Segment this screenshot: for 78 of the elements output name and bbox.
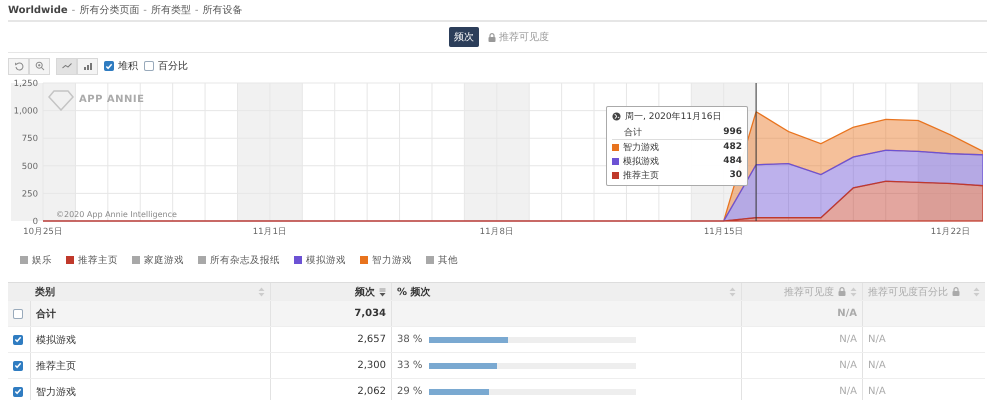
bar-chart-button[interactable] (77, 58, 98, 74)
y-axis-label: 1,250 (14, 79, 38, 89)
column-header[interactable]: 频次 (355, 284, 375, 298)
count-cell: 2,657 (357, 334, 386, 345)
tooltip-label: 推荐主页 (623, 170, 660, 182)
visibility-cell: N/A (839, 360, 857, 371)
legend-label[interactable]: 家庭游戏 (144, 254, 184, 266)
y-axis-label: 750 (22, 134, 38, 144)
lock-icon (488, 32, 496, 42)
visibility-cell: N/A (837, 308, 857, 319)
legend-label[interactable]: 智力游戏 (372, 254, 412, 266)
checkbox[interactable] (144, 61, 154, 71)
breadcrumb-item[interactable]: 所有设备 (202, 3, 242, 17)
breadcrumb-item[interactable]: 所有类型 (150, 3, 191, 17)
tooltip-value: 482 (723, 142, 742, 152)
checkbox[interactable] (13, 360, 23, 370)
metric-tab[interactable]: 频次 (449, 27, 479, 47)
percent-cell: 33 % (397, 360, 423, 371)
lock-icon (952, 287, 960, 296)
category-cell-text: 推荐主页 (36, 360, 76, 372)
tooltip-label: 合计 (624, 126, 643, 138)
y-axis-label: 1,000 (14, 106, 38, 117)
tooltip-label: 模拟游戏 (623, 156, 660, 168)
tooltip-value: 484 (723, 156, 742, 166)
x-axis-label: 11月15日 (704, 227, 744, 237)
category-cell-text: 合计 (36, 308, 56, 320)
zoom-button[interactable] (29, 58, 50, 74)
tooltip-label: 智力游戏 (623, 142, 660, 154)
legend-label[interactable]: 其他 (438, 254, 458, 266)
copyright-text: ©2020 App Annie Intelligence (56, 210, 177, 219)
category-cell-text: 模拟游戏 (36, 334, 76, 346)
bar-chart-icon (82, 62, 92, 70)
count-cell: 2,300 (357, 360, 386, 371)
checkbox[interactable] (13, 334, 23, 344)
y-axis-label: 0 (32, 217, 38, 227)
checkbox-label[interactable]: 百分比 (158, 59, 188, 73)
checkbox[interactable] (13, 308, 23, 318)
y-axis-label: 500 (22, 162, 38, 172)
undo-icon (14, 61, 24, 71)
visibility-cell: N/A (839, 334, 857, 345)
checkbox[interactable] (13, 386, 23, 396)
breadcrumb-separator: - (194, 4, 198, 16)
sort-descending-icon[interactable] (379, 286, 386, 296)
breadcrumb-separator: - (72, 4, 76, 16)
lock-icon (838, 287, 846, 296)
visibility-percent-cell: N/A (868, 386, 886, 397)
undo-button[interactable] (8, 58, 29, 74)
legend-label[interactable]: 推荐主页 (78, 254, 118, 266)
x-axis-label: 11月22日 (930, 227, 970, 237)
x-axis-label: 11月1日 (252, 227, 288, 237)
percent-cell: 38 % (397, 334, 423, 345)
checkbox[interactable] (104, 61, 114, 71)
line-chart-button[interactable] (56, 58, 77, 74)
tooltip-date: 周一, 2020年11月16日 (625, 110, 722, 123)
breadcrumb-separator: - (143, 4, 147, 16)
legend-label[interactable]: 所有杂志及报纸 (210, 254, 280, 266)
column-header[interactable]: % 频次 (397, 284, 431, 298)
visibility-cell: N/A (839, 386, 857, 397)
legend-label[interactable]: 模拟游戏 (306, 254, 346, 266)
line-chart-icon (62, 62, 72, 70)
y-axis-label: 250 (22, 189, 38, 200)
legend-label[interactable]: 娱乐 (32, 254, 52, 266)
breadcrumb-item[interactable]: 所有分类页面 (79, 3, 140, 17)
breadcrumb-root[interactable]: Worldwide (8, 4, 68, 16)
checkbox-label[interactable]: 堆积 (118, 59, 138, 73)
tooltip-value: 996 (723, 127, 742, 137)
visibility-percent-cell: N/A (868, 360, 886, 371)
zoom-icon (34, 61, 44, 71)
visibility-percent-cell: N/A (868, 334, 886, 345)
category-cell-text: 智力游戏 (36, 386, 76, 398)
count-cell: 7,034 (354, 308, 386, 319)
percent-cell: 29 % (397, 386, 423, 397)
x-axis-label: 11月8日 (480, 227, 514, 237)
watermark-logo: APP ANNIE (48, 90, 144, 112)
x-axis-label: 10月25日 (23, 227, 63, 237)
column-header[interactable]: 类别 (35, 284, 55, 298)
count-cell: 2,062 (357, 386, 386, 397)
tooltip-value: 30 (729, 170, 742, 180)
